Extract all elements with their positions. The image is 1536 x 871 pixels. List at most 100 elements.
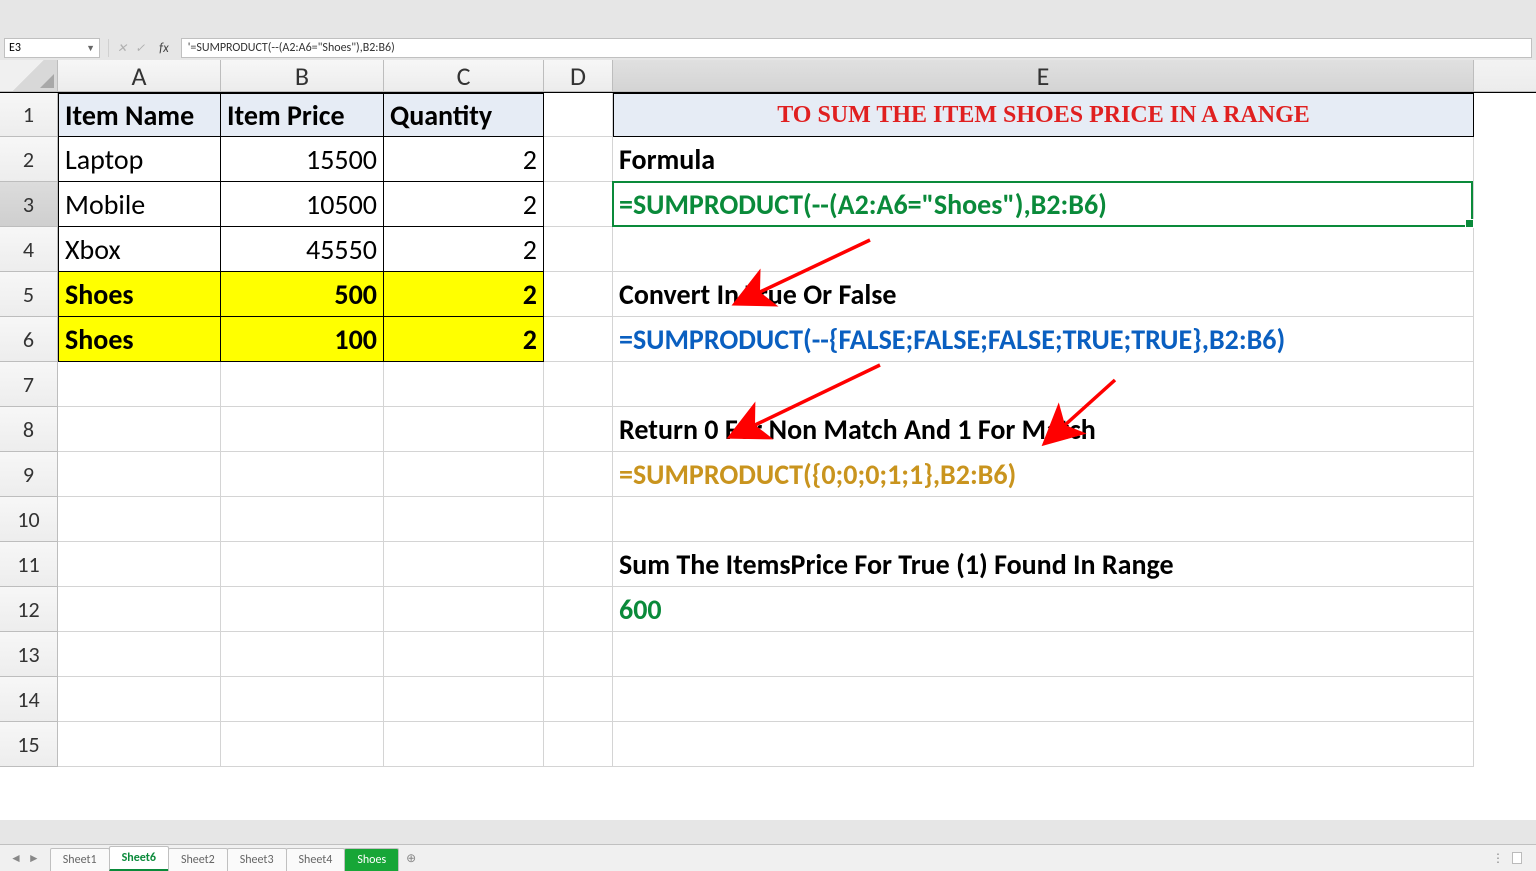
row-header-7[interactable]: 7 xyxy=(0,362,58,407)
cell-A3[interactable]: Mobile xyxy=(58,182,221,227)
cell-C3[interactable]: 2 xyxy=(384,182,544,227)
row-header-10[interactable]: 10 xyxy=(0,497,58,542)
cell-C4[interactable]: 2 xyxy=(384,227,544,272)
cell-A13[interactable] xyxy=(58,632,221,677)
confirm-icon[interactable]: ✓ xyxy=(135,41,145,56)
next-sheet-icon[interactable]: ► xyxy=(28,851,40,866)
row-header-1[interactable]: 1 xyxy=(0,93,58,137)
cell-B2[interactable]: 15500 xyxy=(221,137,384,182)
cell-A6[interactable]: Shoes xyxy=(58,317,221,362)
drag-handle-icon[interactable]: ⋮ xyxy=(1492,851,1504,866)
sheet-tab-shoes[interactable]: Shoes xyxy=(344,848,399,871)
cell-A1[interactable]: Item Name xyxy=(58,93,221,137)
chevron-down-icon[interactable]: ▼ xyxy=(86,43,95,54)
prev-sheet-icon[interactable]: ◄ xyxy=(10,851,22,866)
horizontal-scroll[interactable]: ⋮ xyxy=(1492,845,1536,871)
cell-B13[interactable] xyxy=(221,632,384,677)
cell-D10[interactable] xyxy=(544,497,613,542)
col-header-C[interactable]: C xyxy=(384,60,544,91)
cell-B3[interactable]: 10500 xyxy=(221,182,384,227)
cell-C13[interactable] xyxy=(384,632,544,677)
cell-E4[interactable] xyxy=(613,227,1474,272)
add-sheet-button[interactable]: ⊕ xyxy=(398,845,424,871)
cell-B11[interactable] xyxy=(221,542,384,587)
cell-E7[interactable] xyxy=(613,362,1474,407)
cell-A7[interactable] xyxy=(58,362,221,407)
sheet-tab-sheet6[interactable]: Sheet6 xyxy=(109,846,169,871)
col-header-D[interactable]: D xyxy=(544,60,613,91)
cell-B10[interactable] xyxy=(221,497,384,542)
cell-C10[interactable] xyxy=(384,497,544,542)
row-header-13[interactable]: 13 xyxy=(0,632,58,677)
row-header-9[interactable]: 9 xyxy=(0,452,58,497)
cell-E1[interactable]: TO SUM THE ITEM SHOES PRICE IN A RANGE xyxy=(613,93,1474,137)
sheet-tab-sheet3[interactable]: Sheet3 xyxy=(227,848,287,871)
cell-E10[interactable] xyxy=(613,497,1474,542)
cell-A14[interactable] xyxy=(58,677,221,722)
cell-D12[interactable] xyxy=(544,587,613,632)
cell-D13[interactable] xyxy=(544,632,613,677)
sheet-tab-sheet4[interactable]: Sheet4 xyxy=(286,848,346,871)
row-header-6[interactable]: 6 xyxy=(0,317,58,362)
cell-C11[interactable] xyxy=(384,542,544,587)
cell-C1[interactable]: Quantity xyxy=(384,93,544,137)
cell-C6[interactable]: 2 xyxy=(384,317,544,362)
cell-A8[interactable] xyxy=(58,407,221,452)
cell-B8[interactable] xyxy=(221,407,384,452)
cell-B7[interactable] xyxy=(221,362,384,407)
cell-D9[interactable] xyxy=(544,452,613,497)
cell-A15[interactable] xyxy=(58,722,221,767)
select-all-corner[interactable] xyxy=(0,60,58,91)
fx-icon[interactable]: fx xyxy=(159,41,169,56)
cell-D6[interactable] xyxy=(544,317,613,362)
cell-C5[interactable]: 2 xyxy=(384,272,544,317)
sheet-tab-sheet1[interactable]: Sheet1 xyxy=(50,848,110,871)
cell-D11[interactable] xyxy=(544,542,613,587)
row-header-2[interactable]: 2 xyxy=(0,137,58,182)
scroll-left-icon[interactable] xyxy=(1512,852,1522,864)
row-header-15[interactable]: 15 xyxy=(0,722,58,767)
cell-B15[interactable] xyxy=(221,722,384,767)
cell-E15[interactable] xyxy=(613,722,1474,767)
cell-B9[interactable] xyxy=(221,452,384,497)
cell-D15[interactable] xyxy=(544,722,613,767)
cell-B12[interactable] xyxy=(221,587,384,632)
cell-E5[interactable]: Convert In True Or False xyxy=(613,272,1474,317)
col-header-E[interactable]: E xyxy=(613,60,1474,91)
cell-E14[interactable] xyxy=(613,677,1474,722)
cell-D1[interactable] xyxy=(544,93,613,137)
cell-D7[interactable] xyxy=(544,362,613,407)
cell-C9[interactable] xyxy=(384,452,544,497)
row-header-14[interactable]: 14 xyxy=(0,677,58,722)
cell-C2[interactable]: 2 xyxy=(384,137,544,182)
cell-C14[interactable] xyxy=(384,677,544,722)
cell-D8[interactable] xyxy=(544,407,613,452)
cell-D14[interactable] xyxy=(544,677,613,722)
cell-D2[interactable] xyxy=(544,137,613,182)
cancel-icon[interactable]: ✕ xyxy=(117,41,127,56)
cell-D3[interactable] xyxy=(544,182,613,227)
cell-C12[interactable] xyxy=(384,587,544,632)
cell-A4[interactable]: Xbox xyxy=(58,227,221,272)
cell-A5[interactable]: Shoes xyxy=(58,272,221,317)
col-header-B[interactable]: B xyxy=(221,60,384,91)
row-header-12[interactable]: 12 xyxy=(0,587,58,632)
cell-C15[interactable] xyxy=(384,722,544,767)
cell-A11[interactable] xyxy=(58,542,221,587)
cell-B1[interactable]: Item Price xyxy=(221,93,384,137)
row-header-3[interactable]: 3 xyxy=(0,182,58,227)
cell-B6[interactable]: 100 xyxy=(221,317,384,362)
sheet-tab-sheet2[interactable]: Sheet2 xyxy=(168,848,228,871)
cell-E8[interactable]: Return 0 For Non Match And 1 For Match xyxy=(613,407,1474,452)
cell-B5[interactable]: 500 xyxy=(221,272,384,317)
spreadsheet-grid[interactable]: A B C D E 1Item NameItem PriceQuantity TO… xyxy=(0,60,1536,820)
row-header-4[interactable]: 4 xyxy=(0,227,58,272)
col-header-A[interactable]: A xyxy=(58,60,221,91)
row-header-5[interactable]: 5 xyxy=(0,272,58,317)
formula-input[interactable]: '=SUMPRODUCT(--(A2:A6="Shoes"),B2:B6) xyxy=(181,38,1532,58)
cell-E13[interactable] xyxy=(613,632,1474,677)
cell-A10[interactable] xyxy=(58,497,221,542)
cell-B4[interactable]: 45550 xyxy=(221,227,384,272)
cell-B14[interactable] xyxy=(221,677,384,722)
cell-E12[interactable]: 600 xyxy=(613,587,1474,632)
